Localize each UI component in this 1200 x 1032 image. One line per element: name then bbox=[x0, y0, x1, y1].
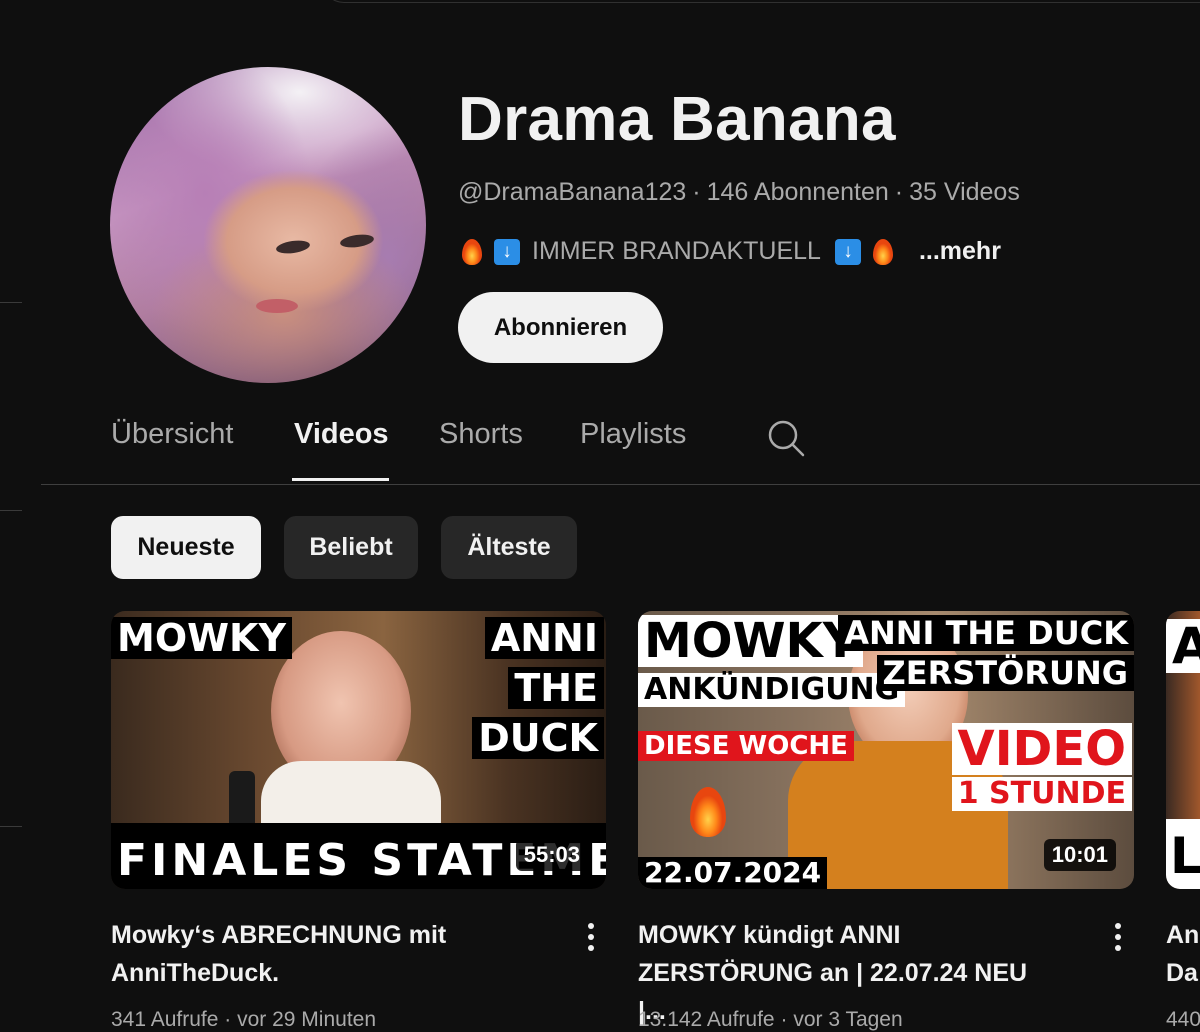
more-options-icon[interactable] bbox=[1108, 920, 1128, 956]
channel-description[interactable]: ↓ IMMER BRANDAKTUELL ↓ ...mehr bbox=[462, 237, 1001, 266]
tabs-divider bbox=[41, 484, 1200, 485]
description-text: IMMER BRANDAKTUELL bbox=[532, 237, 821, 265]
avatar-lips bbox=[256, 299, 298, 313]
channel-meta: @DramaBanana123 · 146 Abonnenten · 35 Videos bbox=[458, 178, 1020, 207]
video-title[interactable]: Mowky‘s ABRECHNUNG mit AnniTheDuck. bbox=[111, 916, 531, 992]
thumbnail-caption: VIDEO bbox=[951, 723, 1132, 775]
subscriber-count: 146 Abonnenten bbox=[706, 178, 889, 206]
video-duration: 10:01 bbox=[1043, 839, 1116, 871]
thumbnail-caption: A bbox=[1166, 619, 1200, 673]
thumbnail-caption: ZERSTÖRUNG bbox=[876, 655, 1134, 691]
sidebar-divider bbox=[0, 510, 22, 511]
chip-popular[interactable]: Beliebt bbox=[284, 516, 418, 579]
sidebar-divider bbox=[0, 302, 22, 303]
tab-playlists[interactable]: Playlists bbox=[580, 418, 686, 451]
video-stats: 341 Aufrufe · vor 29 Minuten bbox=[111, 1008, 376, 1032]
thumbnail-caption: ANNI THE DUCK bbox=[838, 615, 1134, 651]
video-thumbnail[interactable]: A L bbox=[1166, 611, 1200, 889]
video-duration: 55:03 bbox=[515, 839, 588, 871]
channel-avatar[interactable] bbox=[110, 67, 426, 383]
sidebar-divider bbox=[0, 826, 22, 827]
tab-overview[interactable]: Übersicht bbox=[111, 418, 234, 451]
video-thumbnail[interactable]: MOWKY ANKÜNDIGUNG DIESE WOCHE 22.07.2024… bbox=[638, 611, 1134, 889]
video-title[interactable]: An Da bbox=[1166, 916, 1200, 992]
subscribe-button[interactable]: Abonnieren bbox=[458, 292, 663, 363]
thumbnail-caption: THE bbox=[508, 667, 604, 709]
search-bar-edge bbox=[322, 0, 1200, 3]
down-arrow-icon: ↓ bbox=[834, 238, 861, 265]
video-views: 440 bbox=[1166, 1008, 1200, 1031]
tab-videos[interactable]: Videos bbox=[294, 418, 389, 451]
active-tab-indicator bbox=[292, 478, 389, 481]
thumbnail-caption: 22.07.2024 bbox=[638, 857, 828, 889]
channel-handle: @DramaBanana123 bbox=[458, 178, 687, 206]
thumbnail-caption: MOWKY bbox=[111, 617, 292, 659]
avatar-eye bbox=[275, 238, 311, 256]
fire-icon bbox=[690, 787, 726, 837]
more-options-icon[interactable] bbox=[581, 920, 601, 956]
video-thumbnail[interactable]: MOWKY ANNI THE DUCK FINALES STATEMENT 55… bbox=[111, 611, 606, 889]
thumbnail-caption: 1 STUNDE bbox=[951, 777, 1132, 811]
fire-icon bbox=[872, 238, 893, 265]
thumbnail-caption: L bbox=[1170, 827, 1200, 885]
more-link[interactable]: ...mehr bbox=[919, 237, 1001, 266]
thumbnail-caption: MOWKY bbox=[638, 615, 864, 667]
chip-newest[interactable]: Neueste bbox=[111, 516, 261, 579]
chip-oldest[interactable]: Älteste bbox=[441, 516, 577, 579]
video-count: 35 Videos bbox=[909, 178, 1020, 206]
channel-name: Drama Banana bbox=[458, 85, 896, 154]
search-icon[interactable] bbox=[766, 418, 806, 458]
thumbnail-caption: ANKÜNDIGUNG bbox=[638, 673, 906, 707]
video-stats: 13.142 Aufrufe · vor 3 Tagen bbox=[638, 1008, 903, 1032]
avatar-eye bbox=[339, 232, 375, 250]
fire-icon bbox=[462, 238, 482, 265]
tab-shorts[interactable]: Shorts bbox=[439, 418, 523, 451]
meta-separator: · bbox=[692, 178, 701, 206]
thumbnail-caption: DIESE WOCHE bbox=[638, 731, 854, 761]
thumbnail-caption: DUCK bbox=[472, 717, 604, 759]
meta-separator: · bbox=[894, 178, 904, 206]
thumbnail-caption: ANNI bbox=[484, 617, 604, 659]
down-arrow-icon: ↓ bbox=[494, 238, 520, 265]
